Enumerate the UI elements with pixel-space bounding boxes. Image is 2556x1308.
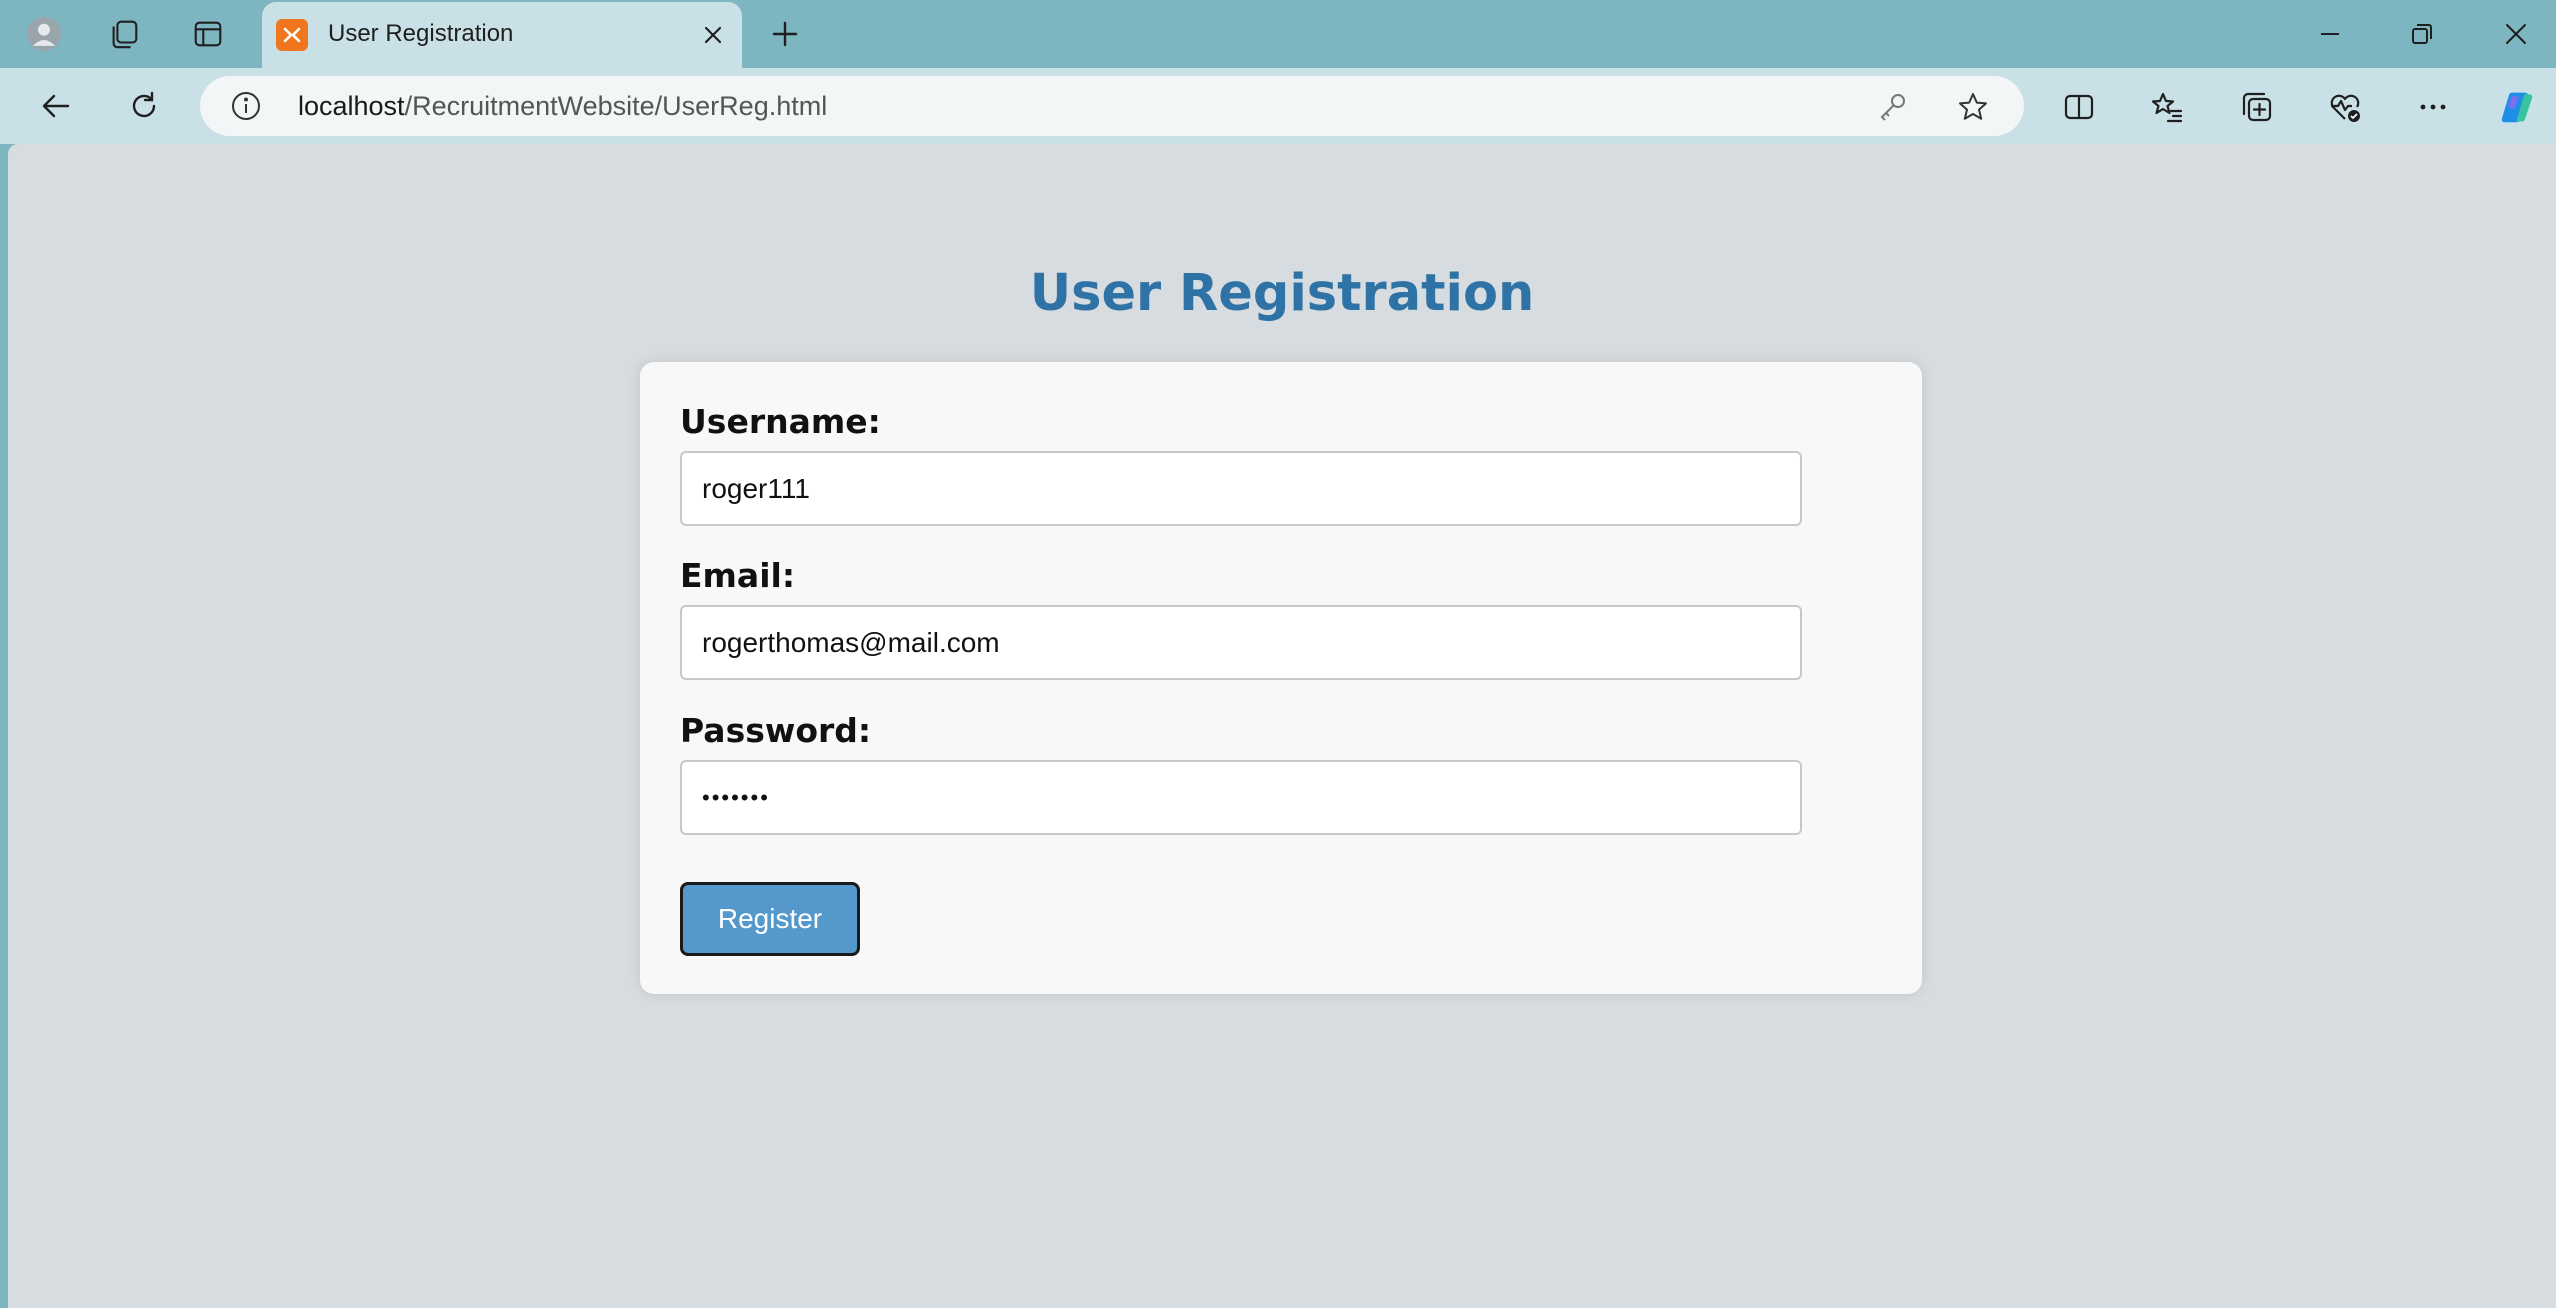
refresh-button[interactable] xyxy=(118,80,170,132)
plus-icon xyxy=(772,21,798,47)
username-label: Username: xyxy=(680,402,881,441)
browser-toolbar: localhost/RecruitmentWebsite/UserReg.htm… xyxy=(0,68,2556,144)
tab-title: User Registration xyxy=(328,20,514,47)
collections-button[interactable] xyxy=(2232,82,2282,132)
page-viewport: User Registration Username: Email: Passw… xyxy=(8,144,2556,1308)
registration-form: Username: Email: Password: Register xyxy=(640,362,1922,994)
password-input[interactable] xyxy=(680,760,1802,835)
password-manager-button[interactable] xyxy=(1874,88,1912,126)
add-favorite-button[interactable] xyxy=(1952,86,1994,128)
password-label: Password: xyxy=(680,711,872,750)
url-text[interactable]: localhost/RecruitmentWebsite/UserReg.htm… xyxy=(298,91,827,122)
restore-icon xyxy=(2412,24,2432,44)
tab-actions-icon xyxy=(194,21,222,47)
info-icon xyxy=(232,92,260,120)
close-icon xyxy=(704,26,722,44)
xampp-favicon xyxy=(276,19,308,51)
new-tab-button[interactable] xyxy=(760,12,810,56)
key-icon xyxy=(1880,94,1905,121)
profile-button[interactable] xyxy=(18,10,70,58)
browser-essentials-button[interactable] xyxy=(2320,82,2370,132)
tab-actions-button[interactable] xyxy=(182,10,234,58)
more-menu-button[interactable] xyxy=(2408,82,2458,132)
back-arrow-icon xyxy=(42,94,70,118)
minimize-button[interactable] xyxy=(2300,10,2360,58)
copilot-icon xyxy=(2501,92,2533,123)
address-bar[interactable]: localhost/RecruitmentWebsite/UserReg.htm… xyxy=(200,76,2024,136)
url-path: /RecruitmentWebsite/UserReg.html xyxy=(404,91,828,121)
restore-button[interactable] xyxy=(2392,10,2452,58)
favorites-button[interactable] xyxy=(2142,82,2192,132)
workspaces-icon xyxy=(112,20,138,49)
collections-icon xyxy=(2242,92,2272,122)
username-input[interactable] xyxy=(680,451,1802,526)
refresh-icon xyxy=(132,91,156,118)
active-tab[interactable]: User Registration xyxy=(262,2,742,68)
heart-pulse-icon xyxy=(2330,94,2360,122)
close-window-icon xyxy=(2506,24,2526,44)
close-window-button[interactable] xyxy=(2486,10,2546,58)
register-button[interactable]: Register xyxy=(680,882,860,956)
workspaces-button[interactable] xyxy=(98,10,150,58)
favorites-list-icon xyxy=(2151,92,2183,123)
url-host: localhost xyxy=(298,91,405,121)
email-label: Email: xyxy=(680,556,796,595)
back-button[interactable] xyxy=(30,80,82,132)
minimize-icon xyxy=(2321,33,2339,35)
copilot-button[interactable] xyxy=(2492,82,2542,132)
email-input[interactable] xyxy=(680,605,1802,680)
title-bar: User Registration xyxy=(0,0,2556,68)
split-screen-icon xyxy=(2064,94,2094,120)
more-dots-icon xyxy=(2420,104,2446,110)
split-screen-button[interactable] xyxy=(2054,82,2104,132)
page-title: User Registration xyxy=(1029,264,1535,323)
site-info-button[interactable] xyxy=(228,88,264,124)
star-icon xyxy=(1959,93,1987,120)
close-tab-button[interactable] xyxy=(698,20,728,50)
profile-avatar-icon xyxy=(27,17,61,51)
